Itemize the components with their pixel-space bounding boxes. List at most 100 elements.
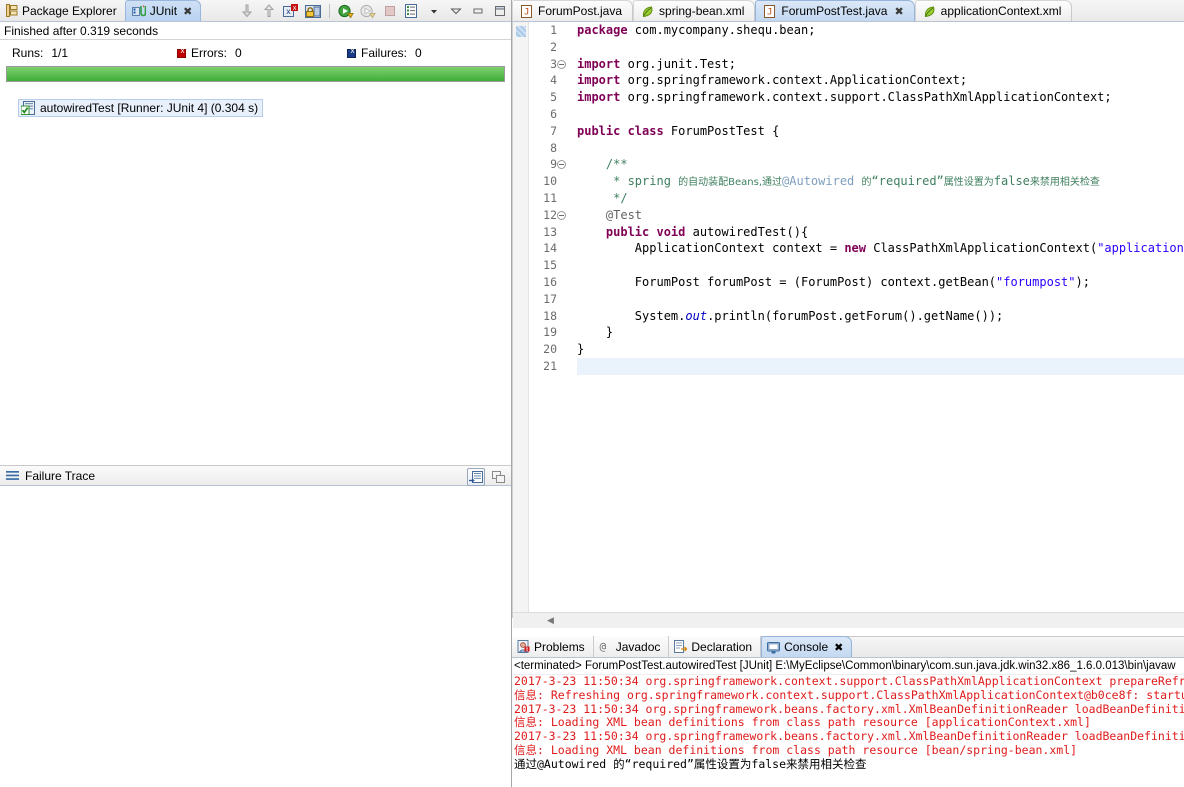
console-tab-label: Javadoc: [615, 639, 661, 654]
rerun-failed-icon[interactable]: [359, 2, 377, 20]
console-line: 信息: Loading XML bean definitions from cl…: [514, 716, 1091, 730]
counter-errors: Errors: 0: [177, 46, 347, 60]
counter-failures: Failures: 0: [347, 46, 422, 60]
junit-view-tabbar: Package Explorer JUnit ✖ x x: [0, 0, 511, 22]
line-number: 12: [529, 207, 566, 224]
previous-failure-icon[interactable]: [260, 2, 278, 20]
rerun-test-icon[interactable]: [337, 2, 355, 20]
editor-tab-forumpost-java[interactable]: J ForumPost.java: [512, 0, 634, 21]
code-line: @Test: [577, 207, 1184, 224]
editor-marker-bar[interactable]: [513, 22, 529, 618]
editor-tab-label: spring-bean.xml: [659, 4, 745, 18]
failure-trace-title: Failure Trace: [25, 468, 96, 483]
line-number: 14: [543, 241, 557, 256]
code-line: /**: [577, 156, 1184, 173]
editor-horizontal-scrollbar[interactable]: ◀: [513, 612, 1184, 628]
code-token: spring: [627, 174, 679, 189]
junit-results-tree[interactable]: autowiredTest [Runner: JUnit 4] (0.304 s…: [0, 94, 511, 462]
console-tab-javadoc[interactable]: @ Javadoc: [593, 636, 670, 657]
console-tab-console[interactable]: Console ✖: [761, 636, 853, 657]
console-tab-label: Problems: [534, 639, 585, 654]
code-line: ApplicationContext context = new ClassPa…: [577, 240, 1184, 257]
code-line: */: [577, 190, 1184, 207]
code-token: “required”: [871, 174, 944, 189]
line-number: 4: [550, 73, 557, 88]
svg-text:x: x: [293, 4, 297, 12]
fold-toggle-icon[interactable]: [557, 210, 566, 220]
code-token: autowiredTest(){: [692, 224, 809, 239]
editor-marker-icon: [516, 26, 526, 37]
code-token: org.junit.Test;: [627, 56, 736, 71]
scroll-left-icon[interactable]: ◀: [543, 613, 558, 628]
code-line: import org.springframework.context.suppo…: [577, 89, 1184, 106]
maximize-icon[interactable]: [489, 468, 507, 486]
code-token: @Autowired: [782, 174, 862, 189]
code-token: ApplicationContext context =: [577, 241, 845, 256]
code-token: public class: [577, 123, 671, 138]
console-tab-declaration[interactable]: Declaration: [669, 636, 762, 657]
compare-result-icon[interactable]: [467, 468, 485, 486]
view-menu-icon[interactable]: [447, 2, 465, 20]
problems-icon: [517, 640, 530, 653]
editor-area: J ForumPost.java spring-bean.xml J ForumPost…: [512, 0, 1184, 787]
code-token: org.springframework.context.ApplicationC…: [627, 73, 968, 88]
counter-runs-label: Runs:: [12, 46, 44, 60]
code-token: );: [1075, 274, 1090, 289]
console-tab-problems[interactable]: Problems: [512, 636, 594, 657]
test-run-history-icon[interactable]: [403, 2, 421, 20]
list-item-label: autowiredTest [Runner: JUnit 4] (0.304 s…: [40, 101, 259, 115]
line-number: 11: [543, 190, 557, 205]
failure-trace-header: Failure Trace: [0, 465, 511, 486]
console-process-label: <terminated> ForumPostTest.autowiredTest…: [512, 658, 1184, 675]
stop-icon[interactable]: [381, 2, 399, 20]
tab-package-explorer[interactable]: Package Explorer: [0, 0, 125, 21]
console-line: 信息: Loading XML bean definitions from cl…: [514, 743, 1078, 757]
fold-column[interactable]: [559, 22, 571, 618]
maximize-icon[interactable]: [491, 2, 509, 20]
editor-tab-applicationcontext-xml[interactable]: applicationContext.xml: [914, 0, 1073, 21]
line-number: 9: [529, 156, 566, 173]
svg-text:J: J: [767, 7, 772, 17]
chevron-down-icon[interactable]: [425, 2, 443, 20]
editor-tab-label: ForumPost.java: [538, 4, 623, 18]
code-line: }: [577, 341, 1184, 358]
list-item[interactable]: autowiredTest [Runner: JUnit 4] (0.304 s…: [18, 99, 264, 117]
svg-text:@: @: [599, 640, 606, 653]
console-line: 2017-3-23 11:50:34 org.springframework.b…: [514, 702, 1184, 716]
next-failure-icon[interactable]: [238, 2, 256, 20]
tab-junit[interactable]: JUnit ✖: [124, 0, 202, 21]
fold-toggle-icon[interactable]: [557, 59, 566, 69]
code-text[interactable]: package com.mycompany.shequ.bean; import…: [571, 22, 1184, 618]
lock-scroll-icon[interactable]: [304, 2, 322, 20]
java-file-icon: J: [520, 4, 533, 18]
code-line: [577, 357, 1184, 375]
line-number: 15: [543, 258, 557, 273]
line-number: 6: [550, 106, 557, 121]
javadoc-icon: @: [599, 640, 612, 653]
tab-package-explorer-label: Package Explorer: [22, 3, 117, 18]
code-token: 属性设置为: [943, 177, 994, 189]
code-token: com.mycompany.shequ.bean;: [634, 23, 816, 37]
package-explorer-icon: [6, 4, 18, 17]
line-number: 18: [543, 308, 557, 323]
junit-view-panel: Package Explorer JUnit ✖ x x Finished af…: [0, 0, 512, 787]
close-icon[interactable]: ✖: [183, 5, 192, 18]
svg-text:x: x: [286, 7, 291, 16]
console-view[interactable]: <terminated> ForumPostTest.autowiredTest…: [512, 658, 1184, 787]
console-tab-label: Console: [784, 640, 829, 654]
close-icon[interactable]: ✖: [834, 641, 843, 654]
console-line: 2017-3-23 11:50:34 org.springframework.c…: [514, 675, 1184, 688]
close-icon[interactable]: ✖: [894, 5, 903, 18]
console-output: 2017-3-23 11:50:34 org.springframework.c…: [512, 675, 1184, 772]
junit-status-text: Finished after 0.319 seconds: [0, 22, 511, 40]
junit-progress-bar: [6, 66, 505, 82]
editor-tab-forumposttest-java[interactable]: J ForumPostTest.java ✖: [755, 0, 915, 21]
editor-tabbar: J ForumPost.java spring-bean.xml J ForumPost…: [512, 0, 1184, 22]
editor-tab-spring-bean-xml[interactable]: spring-bean.xml: [633, 0, 756, 21]
show-failures-only-icon[interactable]: x x: [282, 2, 300, 20]
line-number: 8: [550, 140, 557, 155]
code-editor[interactable]: 1 2 3 4 5 6 7 8 9 10 11 12 13 14 15 16 17 18 19 20 21 packag…: [512, 22, 1184, 618]
minimize-icon[interactable]: [469, 2, 487, 20]
